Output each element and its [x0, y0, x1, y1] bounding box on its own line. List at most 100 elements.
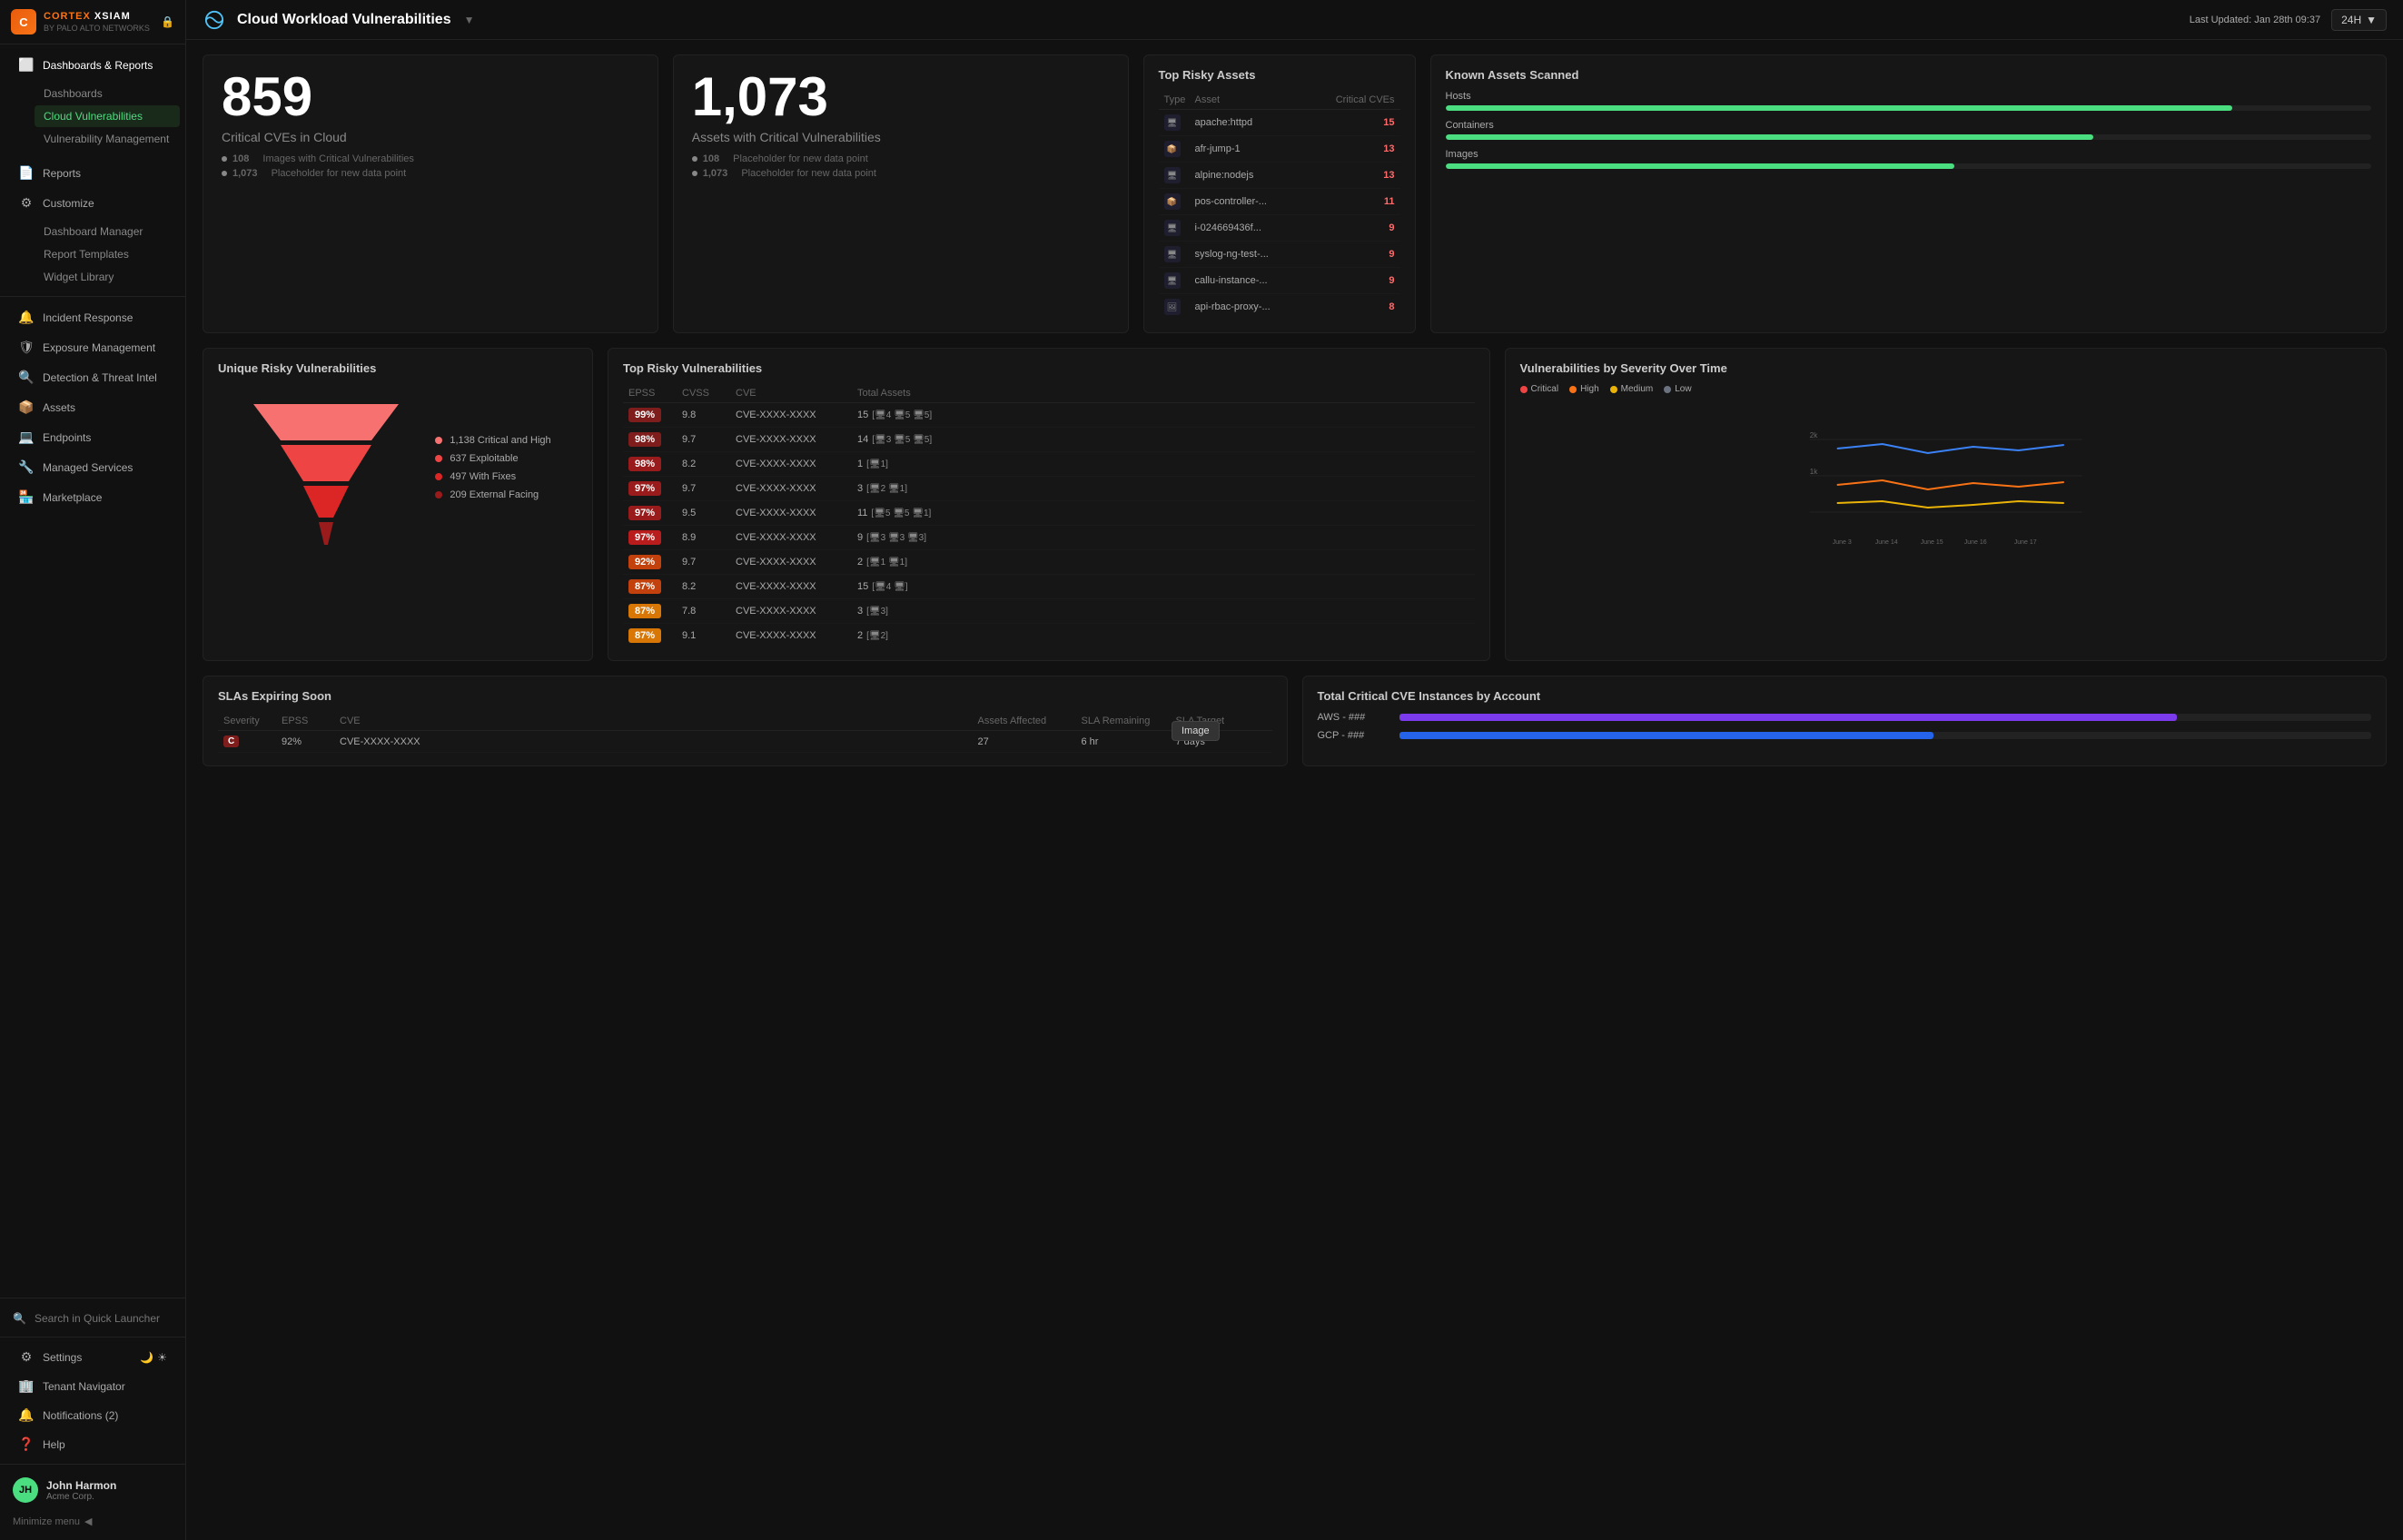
risky-asset-row: 📦 afr-jump-1 13 [1159, 136, 1400, 163]
sidebar-item-endpoints[interactable]: 💻 Endpoints [5, 423, 180, 451]
sidebar-item-vuln-mgmt[interactable]: Vulnerability Management [35, 128, 180, 150]
cve-id: CVE-XXXX-XXXX [736, 459, 854, 469]
sidebar-item-customize[interactable]: ⚙ Customize [5, 189, 180, 217]
sidebar-item-report-templates[interactable]: Report Templates [35, 243, 180, 265]
vuln-table-header: EPSS CVSS CVE Total Assets [623, 384, 1475, 403]
marketplace-label: Marketplace [43, 491, 102, 504]
sidebar-item-incident-response[interactable]: 🔔 Incident Response [5, 303, 180, 331]
cve-by-account-card: Total Critical CVE Instances by Account … [1302, 676, 2388, 766]
known-assets-title: Known Assets Scanned [1446, 68, 2372, 82]
svg-text:June 16: June 16 [1963, 539, 1986, 546]
app-logo-icon: C [11, 9, 36, 35]
minimize-button[interactable]: Minimize menu ◀ [0, 1510, 185, 1533]
assets-icon: 📦 [18, 400, 35, 415]
sidebar-item-help[interactable]: ❓ Help [5, 1430, 180, 1458]
sidebar-item-dashboards[interactable]: Dashboards [35, 83, 180, 104]
known-asset-label: Images [1446, 149, 2372, 160]
funnel-container: 1,138 Critical and High 637 Exploitable … [218, 386, 578, 549]
account-bar-fill [1399, 714, 2177, 721]
asset-cve-count: 9 [1322, 249, 1395, 260]
customize-sub: Dashboard Manager Report Templates Widge… [0, 218, 185, 291]
sub2-dot [222, 171, 227, 176]
legend-dot-1 [435, 437, 442, 444]
cve-id: CVE-XXXX-XXXX [736, 508, 854, 518]
sub1-dot [222, 156, 227, 162]
time-range-badge[interactable]: 24H ▼ [2331, 9, 2387, 31]
sidebar-item-detection-threat-intel[interactable]: 🔍 Detection & Threat Intel [5, 363, 180, 391]
asset-name: callu-instance-... [1195, 275, 1319, 286]
customize-label: Customize [43, 197, 94, 210]
user-info: John Harmon Acme Corp. [46, 1479, 116, 1502]
search-icon: 🔍 [13, 1312, 26, 1325]
title-chevron-icon: ▼ [464, 14, 475, 26]
help-icon: ❓ [18, 1436, 35, 1452]
cvss-value: 9.8 [682, 410, 732, 420]
user-org: Acme Corp. [46, 1492, 116, 1502]
known-asset-track [1446, 105, 2372, 111]
last-updated: Last Updated: Jan 28th 09:37 [2190, 15, 2320, 25]
sidebar-item-reports[interactable]: 📄 Reports [5, 159, 180, 187]
legend-label-2: 637 Exploitable [450, 453, 518, 464]
managed-icon: 🔧 [18, 459, 35, 475]
cvss-value: 9.7 [682, 483, 732, 494]
epss-badge: 97% [628, 481, 678, 496]
legend-high: High [1569, 384, 1599, 394]
sla-section: SLAs Expiring Soon Severity EPSS CVE Ass… [203, 676, 1288, 766]
unique-vuln-card: Unique Risky Vulnerabilities [203, 348, 593, 661]
asset-name: api-rbac-proxy-... [1195, 301, 1319, 312]
risky-assets-rows: 🖥 apache:httpd 15 📦 afr-jump-1 13 🖥 alpi… [1159, 110, 1400, 320]
assets-card: 1,073 Assets with Critical Vulnerabiliti… [673, 54, 1129, 333]
sidebar-item-notifications[interactable]: 🔔 Notifications (2) [5, 1401, 180, 1429]
sla-severity-badge: C [223, 735, 278, 747]
quick-launcher[interactable]: 🔍 [0, 1306, 185, 1331]
cvss-value: 8.2 [682, 459, 732, 469]
vuln-col-assets: Total Assets [857, 388, 1469, 399]
tenant-icon: 🏢 [18, 1378, 35, 1394]
sidebar-item-dashboards-reports[interactable]: ⬜ Dashboards & Reports [5, 51, 180, 79]
sidebar-item-assets[interactable]: 📦 Assets [5, 393, 180, 421]
top-vulns-card: Top Risky Vulnerabilities EPSS CVSS CVE … [608, 348, 1490, 661]
risky-assets-header: Type Asset Critical CVEs [1159, 91, 1400, 110]
theme-toggles: 🌙 ☀ [140, 1351, 167, 1364]
epss-badge: 98% [628, 457, 678, 471]
sidebar-item-cloud-vuln[interactable]: Cloud Vulnerabilities [35, 105, 180, 127]
time-range-chevron-icon: ▼ [2366, 14, 2377, 26]
col-cves: Critical CVEs [1322, 94, 1395, 105]
vuln-table-row: 97% 9.7 CVE-XXXX-XXXX 3 [🖥2 🖥1] [623, 477, 1475, 501]
vuln-col-epss: EPSS [628, 388, 678, 399]
sidebar-item-settings[interactable]: ⚙ Settings 🌙 ☀ [5, 1343, 180, 1371]
epss-badge: 98% [628, 432, 678, 447]
sidebar-item-managed-services[interactable]: 🔧 Managed Services [5, 453, 180, 481]
svg-text:2k: 2k [1809, 431, 1817, 439]
known-asset-bar-row: Containers [1446, 120, 2372, 140]
total-assets: 15 [🖥4 🖥5 🖥5] [857, 410, 1469, 420]
cve-id: CVE-XXXX-XXXX [736, 434, 854, 445]
known-asset-track [1446, 134, 2372, 140]
sla-title: SLAs Expiring Soon [218, 689, 1272, 703]
epss-badge: 97% [628, 530, 678, 545]
incident-icon: 🔔 [18, 310, 35, 325]
last-updated-label: Last Updated: [2190, 15, 2252, 25]
dark-mode-icon[interactable]: 🌙 [140, 1351, 153, 1364]
managed-label: Managed Services [43, 461, 133, 474]
account-bar-row: AWS - ### [1318, 712, 2372, 723]
known-assets-card: Known Assets Scanned Hosts Containers Im… [1430, 54, 2388, 333]
sidebar-item-marketplace[interactable]: 🏪 Marketplace [5, 483, 180, 511]
sidebar-item-exposure-management[interactable]: 🛡 Exposure Management [5, 333, 180, 361]
light-mode-icon[interactable]: ☀ [157, 1351, 167, 1364]
risky-asset-row: 🖥 syslog-ng-test-... 9 [1159, 242, 1400, 268]
critical-cves-number: 859 [222, 70, 639, 124]
sidebar-item-tenant-navigator[interactable]: 🏢 Tenant Navigator [5, 1372, 180, 1400]
cve-id: CVE-XXXX-XXXX [736, 557, 854, 568]
funnel-chart [244, 386, 408, 549]
sidebar-item-dashboard-manager[interactable]: Dashboard Manager [35, 221, 180, 242]
search-input[interactable] [35, 1312, 173, 1325]
total-assets: 15 [🖥4 🖥] [857, 581, 1469, 592]
cve-id: CVE-XXXX-XXXX [736, 483, 854, 494]
total-assets: 2 [🖥1 🖥1] [857, 557, 1469, 568]
legend-dot-3 [435, 473, 442, 480]
sidebar-item-widget-library[interactable]: Widget Library [35, 266, 180, 288]
asset-type-icon: 🖥 [1164, 246, 1181, 262]
vuln-rows: 99% 9.8 CVE-XXXX-XXXX 15 [🖥4 🖥5 🖥5] 98% … [623, 403, 1475, 647]
legend-dot-2 [435, 455, 442, 462]
